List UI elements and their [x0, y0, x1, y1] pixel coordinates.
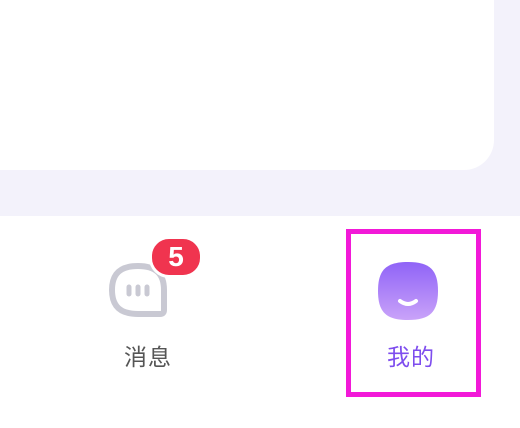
tab-mine[interactable]: 我的 [346, 216, 476, 386]
content-card [0, 0, 494, 170]
content-area [0, 0, 520, 216]
unread-badge: 5 [149, 236, 203, 278]
smiley-avatar-icon [378, 262, 438, 320]
tab-messages-label: 消息 [124, 345, 172, 371]
bottom-tab-bar: 5 消息 我的 [0, 216, 520, 428]
tab-mine-label: 我的 [387, 345, 435, 371]
tab-messages[interactable]: 5 消息 [88, 216, 208, 386]
